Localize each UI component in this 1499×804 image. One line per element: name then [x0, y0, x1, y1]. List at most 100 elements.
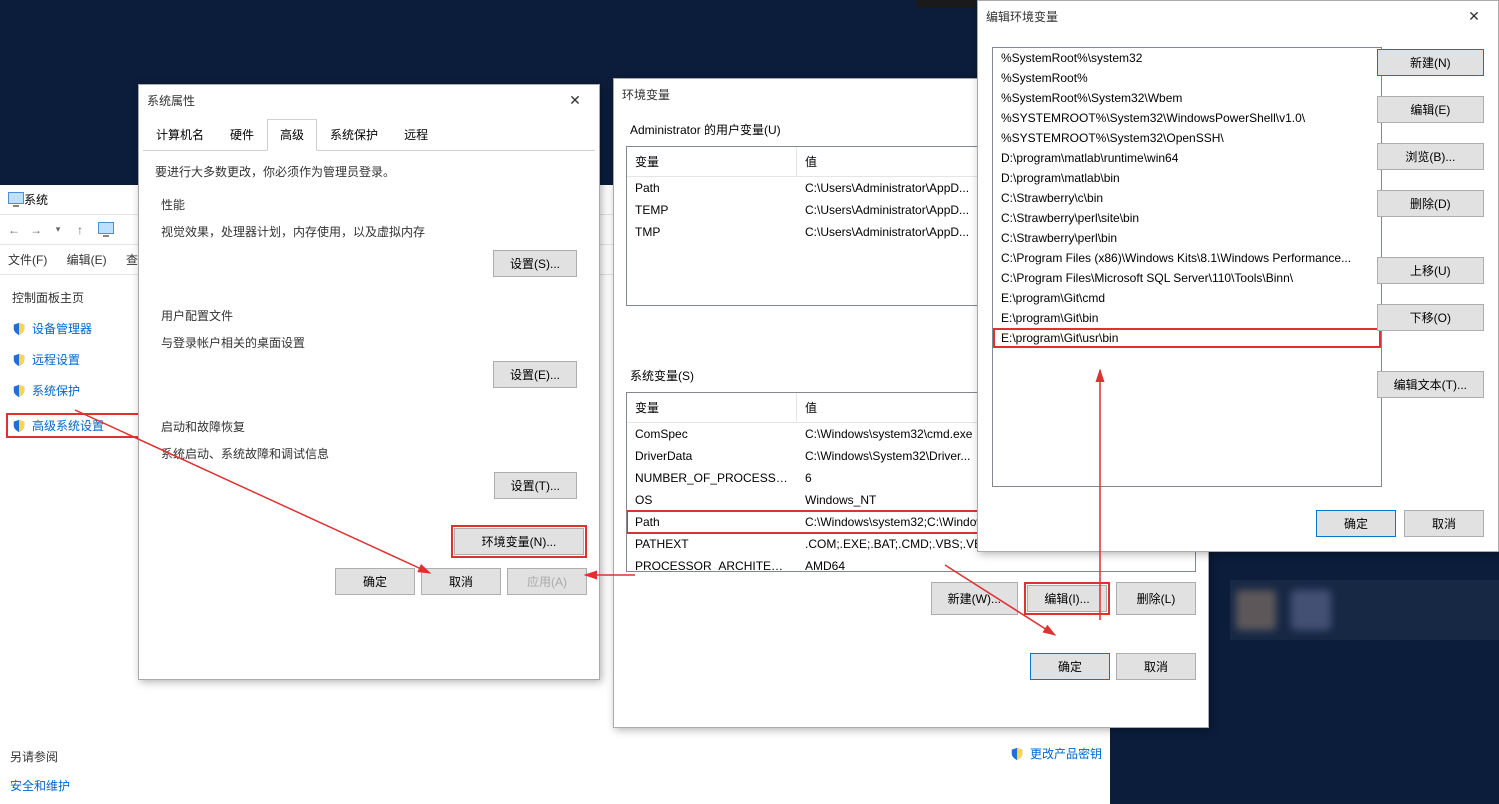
dialog-title: 编辑环境变量 [986, 8, 1058, 25]
shield-icon [12, 353, 26, 367]
change-product-key-link[interactable]: 更改产品密钥 [1010, 745, 1102, 762]
sys-new-button[interactable]: 新建(W)... [931, 582, 1018, 615]
environment-variables-button[interactable]: 环境变量(N)... [454, 528, 584, 555]
delete-button[interactable]: 删除(D) [1377, 190, 1484, 217]
profiles-settings-button[interactable]: 设置(E)... [493, 361, 577, 388]
var-name: Path [627, 513, 797, 531]
shield-icon [12, 322, 26, 336]
path-entry[interactable]: C:\Strawberry\perl\site\bin [993, 208, 1381, 228]
security-maintenance-link[interactable]: 安全和维护 [10, 777, 70, 794]
performance-settings-button[interactable]: 设置(S)... [493, 250, 577, 277]
taskbar-fragment [1230, 580, 1499, 640]
var-name: NUMBER_OF_PROCESSORS [627, 469, 797, 487]
tab-remote[interactable]: 远程 [391, 119, 441, 150]
startup-settings-button[interactable]: 设置(T)... [494, 472, 577, 499]
path-entry[interactable]: E:\program\Git\usr\bin [993, 328, 1381, 348]
move-up-button[interactable]: 上移(U) [1377, 257, 1484, 284]
performance-group: 性能 视觉效果，处理器计划，内存使用，以及虚拟内存 设置(S)... [151, 188, 587, 287]
path-entries-list[interactable]: %SystemRoot%\system32%SystemRoot%%System… [992, 47, 1382, 487]
also-see-label: 另请参阅 [10, 748, 70, 765]
path-entry[interactable]: D:\program\matlab\bin [993, 168, 1381, 188]
var-name: OS [627, 491, 797, 509]
path-entry[interactable]: C:\Strawberry\perl\bin [993, 228, 1381, 248]
var-name: TMP [627, 223, 797, 241]
path-entry[interactable]: %SystemRoot% [993, 68, 1381, 88]
browse-button[interactable]: 浏览(B)... [1377, 143, 1484, 170]
profiles-legend: 用户配置文件 [161, 307, 577, 328]
path-entry[interactable]: C:\Program Files\Microsoft SQL Server\11… [993, 268, 1381, 288]
tab-protection[interactable]: 系统保护 [317, 119, 391, 150]
startup-desc: 系统启动、系统故障和调试信息 [161, 439, 577, 472]
close-button[interactable]: ✕ [1458, 5, 1490, 27]
also-see-section: 另请参阅 安全和维护 [10, 748, 70, 794]
system-icon [8, 192, 24, 208]
col-variable: 变量 [627, 393, 797, 422]
dialog-footer: 确定 取消 应用(A) [139, 558, 599, 605]
sys-delete-button[interactable]: 删除(L) [1116, 582, 1196, 615]
window-title: 系统 [24, 191, 48, 208]
shield-icon [12, 419, 26, 433]
profiles-desc: 与登录帐户相关的桌面设置 [161, 328, 577, 361]
edit-button[interactable]: 编辑(E) [1377, 96, 1484, 123]
env-var-button-highlight: 环境变量(N)... [451, 525, 587, 558]
profiles-group: 用户配置文件 与登录帐户相关的桌面设置 设置(E)... [151, 299, 587, 398]
nav-dropdown-button[interactable]: ▾ [50, 222, 66, 238]
path-entry[interactable]: C:\Strawberry\c\bin [993, 188, 1381, 208]
nav-forward-button[interactable]: → [28, 222, 44, 238]
tab-advanced[interactable]: 高级 [267, 119, 317, 151]
col-variable: 变量 [627, 147, 797, 176]
performance-desc: 视觉效果，处理器计划，内存使用，以及虚拟内存 [161, 217, 577, 250]
path-entry[interactable]: %SystemRoot%\system32 [993, 48, 1381, 68]
edit-text-button[interactable]: 编辑文本(T)... [1377, 371, 1484, 398]
shield-icon [1010, 747, 1024, 761]
ok-button[interactable]: 确定 [1030, 653, 1110, 680]
startup-legend: 启动和故障恢复 [161, 418, 577, 439]
apply-button[interactable]: 应用(A) [507, 568, 587, 595]
menu-edit[interactable]: 编辑(E) [59, 253, 115, 267]
nav-up-button[interactable]: ↑ [72, 222, 88, 238]
var-name: PATHEXT [627, 535, 797, 553]
performance-legend: 性能 [161, 196, 577, 217]
table-row[interactable]: PROCESSOR_ARCHITECT...AMD64 [627, 555, 1195, 572]
var-name: DriverData [627, 447, 797, 465]
system-properties-dialog: 系统属性 ✕ 计算机名 硬件 高级 系统保护 远程 要进行大多数更改，你必须作为… [138, 84, 600, 680]
move-down-button[interactable]: 下移(O) [1377, 304, 1484, 331]
var-name: Path [627, 179, 797, 197]
path-entry[interactable]: %SystemRoot%\System32\Wbem [993, 88, 1381, 108]
nav-back-button[interactable]: ← [6, 222, 22, 238]
startup-group: 启动和故障恢复 系统启动、系统故障和调试信息 设置(T)... [151, 410, 587, 509]
cancel-button[interactable]: 取消 [1404, 510, 1484, 537]
ok-button[interactable]: 确定 [335, 568, 415, 595]
ok-button[interactable]: 确定 [1316, 510, 1396, 537]
dialog-title-bar: 编辑环境变量 ✕ [978, 1, 1498, 31]
sys-edit-button[interactable]: 编辑(I)... [1027, 585, 1107, 612]
tab-bar: 计算机名 硬件 高级 系统保护 远程 [143, 119, 595, 151]
path-entry[interactable]: E:\program\Git\cmd [993, 288, 1381, 308]
var-name: PROCESSOR_ARCHITECT... [627, 557, 797, 572]
close-button[interactable]: ✕ [559, 89, 591, 111]
menu-file[interactable]: 文件(F) [0, 253, 55, 267]
cancel-button[interactable]: 取消 [1116, 653, 1196, 680]
path-entry[interactable]: C:\Program Files (x86)\Windows Kits\8.1\… [993, 248, 1381, 268]
var-name: TEMP [627, 201, 797, 219]
cancel-button[interactable]: 取消 [421, 568, 501, 595]
admin-note: 要进行大多数更改，你必须作为管理员登录。 [139, 151, 599, 188]
edit-environment-variable-dialog: 编辑环境变量 ✕ %SystemRoot%\system32%SystemRoo… [977, 0, 1499, 552]
tab-computer-name[interactable]: 计算机名 [143, 119, 217, 150]
path-entry[interactable]: E:\program\Git\bin [993, 308, 1381, 328]
path-entry[interactable]: %SYSTEMROOT%\System32\OpenSSH\ [993, 128, 1381, 148]
sys-edit-button-highlight: 编辑(I)... [1024, 582, 1110, 615]
dialog-title: 环境变量 [622, 86, 670, 103]
dialog-title: 系统属性 [147, 92, 195, 109]
path-entry[interactable]: %SYSTEMROOT%\System32\WindowsPowerShell\… [993, 108, 1381, 128]
breadcrumb-icon [98, 222, 114, 238]
path-entry[interactable]: D:\program\matlab\runtime\win64 [993, 148, 1381, 168]
tab-hardware[interactable]: 硬件 [217, 119, 267, 150]
taskbar-icon [1291, 590, 1331, 630]
shield-icon [12, 384, 26, 398]
taskbar-icon [1236, 590, 1276, 630]
var-name: ComSpec [627, 425, 797, 443]
dialog-title-bar: 系统属性 ✕ [139, 85, 599, 115]
var-value: AMD64 [797, 557, 1195, 572]
new-button[interactable]: 新建(N) [1377, 49, 1484, 76]
